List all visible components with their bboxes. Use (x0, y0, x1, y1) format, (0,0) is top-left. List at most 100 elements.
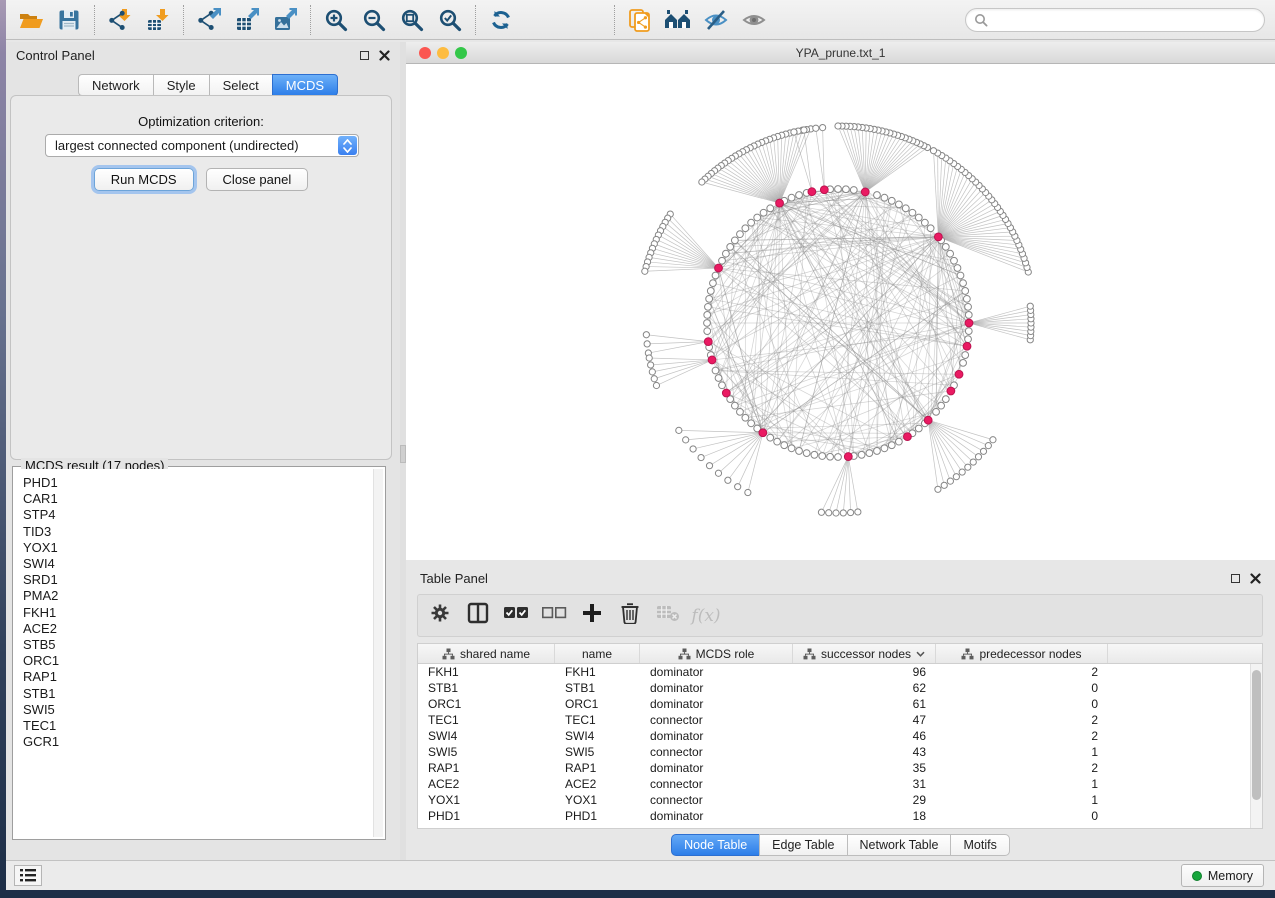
float-panel-icon[interactable] (360, 51, 369, 60)
mcds-result-item[interactable]: STB1 (23, 686, 372, 702)
table-row[interactable]: YOX1YOX1connector291 (418, 792, 1262, 808)
tab-network[interactable]: Network (78, 74, 153, 96)
table-row[interactable]: SWI5SWI5connector431 (418, 744, 1262, 760)
mcds-result-item[interactable]: YOX1 (23, 540, 372, 556)
export-image-button[interactable] (266, 3, 304, 37)
mcds-result-list[interactable]: PHD1CAR1STP4TID3YOX1SWI4SRD1PMA2FKH1ACE2… (15, 469, 372, 837)
cell-successor-nodes[interactable]: 62 (793, 681, 936, 695)
table-row[interactable]: RAP1RAP1dominator352 (418, 760, 1262, 776)
zoom-in-button[interactable] (317, 3, 355, 37)
mcds-result-item[interactable]: ORC1 (23, 653, 372, 669)
cell-MCDS-role[interactable]: dominator (640, 697, 793, 711)
mcds-result-item[interactable]: RAP1 (23, 669, 372, 685)
mcds-result-item[interactable]: FKH1 (23, 605, 372, 621)
cell-predecessor-nodes[interactable]: 1 (936, 793, 1108, 807)
first-neighbors-button[interactable] (659, 3, 697, 37)
close-panel-button[interactable]: Close panel (206, 168, 309, 191)
import-network-button[interactable] (101, 3, 139, 37)
column-header-predecessor-nodes[interactable]: predecessor nodes (936, 644, 1108, 663)
tab-edge-table[interactable]: Edge Table (759, 834, 846, 856)
cell-MCDS-role[interactable]: dominator (640, 761, 793, 775)
mcds-result-item[interactable]: STB5 (23, 637, 372, 653)
tab-node-table[interactable]: Node Table (671, 834, 759, 856)
cell-MCDS-role[interactable]: dominator (640, 681, 793, 695)
cell-name[interactable]: YOX1 (555, 793, 640, 807)
cell-shared-name[interactable]: SWI4 (418, 729, 555, 743)
hide-selected-button[interactable] (697, 3, 735, 37)
cell-MCDS-role[interactable]: connector (640, 777, 793, 791)
cell-successor-nodes[interactable]: 96 (793, 665, 936, 679)
column-header-shared-name[interactable]: shared name (418, 644, 555, 663)
table-row[interactable]: PHD1PHD1dominator180 (418, 808, 1262, 824)
export-network-button[interactable] (190, 3, 228, 37)
close-panel-icon[interactable] (379, 50, 390, 61)
tab-select[interactable]: Select (209, 74, 272, 96)
cell-predecessor-nodes[interactable]: 2 (936, 665, 1108, 679)
add-column-button[interactable] (578, 601, 606, 631)
open-file-button[interactable] (12, 3, 50, 37)
export-table-button[interactable] (228, 3, 266, 37)
cell-successor-nodes[interactable]: 61 (793, 697, 936, 711)
cell-shared-name[interactable]: TEC1 (418, 713, 555, 727)
close-window-traffic-light[interactable] (419, 47, 431, 59)
cell-predecessor-nodes[interactable]: 0 (936, 809, 1108, 823)
cell-name[interactable]: PHD1 (555, 809, 640, 823)
mcds-result-item[interactable]: TEC1 (23, 718, 372, 734)
cell-predecessor-nodes[interactable]: 0 (936, 681, 1108, 695)
cell-shared-name[interactable]: ACE2 (418, 777, 555, 791)
tab-network-table[interactable]: Network Table (847, 834, 951, 856)
cell-shared-name[interactable]: YOX1 (418, 793, 555, 807)
cell-name[interactable]: ORC1 (555, 697, 640, 711)
zoom-selected-button[interactable] (431, 3, 469, 37)
deselect-all-button[interactable] (540, 601, 568, 631)
cell-predecessor-nodes[interactable]: 2 (936, 761, 1108, 775)
float-panel-icon[interactable] (1231, 574, 1240, 583)
search-input[interactable] (988, 10, 1264, 30)
show-columns-button[interactable] (464, 601, 492, 631)
delete-column-button[interactable] (616, 601, 644, 631)
zoom-window-traffic-light[interactable] (455, 47, 467, 59)
mcds-result-item[interactable]: SRD1 (23, 572, 372, 588)
cell-shared-name[interactable]: ORC1 (418, 697, 555, 711)
cell-predecessor-nodes[interactable]: 0 (936, 697, 1108, 711)
column-header-name[interactable]: name (555, 644, 640, 663)
column-header-successor-nodes[interactable]: successor nodes (793, 644, 936, 663)
cell-name[interactable]: ACE2 (555, 777, 640, 791)
mcds-result-item[interactable]: SWI5 (23, 702, 372, 718)
cell-shared-name[interactable]: STB1 (418, 681, 555, 695)
mcds-result-item[interactable]: STP4 (23, 507, 372, 523)
cell-name[interactable]: SWI5 (555, 745, 640, 759)
table-row[interactable]: SWI4SWI4dominator462 (418, 728, 1262, 744)
table-scrollbar-thumb[interactable] (1252, 670, 1261, 800)
cell-successor-nodes[interactable]: 18 (793, 809, 936, 823)
cell-MCDS-role[interactable]: dominator (640, 665, 793, 679)
settings-gear-button[interactable] (426, 601, 454, 631)
cell-predecessor-nodes[interactable]: 2 (936, 713, 1108, 727)
cell-predecessor-nodes[interactable]: 2 (936, 729, 1108, 743)
optimization-criterion-select[interactable]: largest connected component (undirected) (45, 134, 359, 157)
minimize-window-traffic-light[interactable] (437, 47, 449, 59)
cell-name[interactable]: SWI4 (555, 729, 640, 743)
cell-MCDS-role[interactable]: dominator (640, 729, 793, 743)
cell-MCDS-role[interactable]: dominator (640, 809, 793, 823)
mcds-result-scrollbar[interactable] (373, 469, 383, 837)
tab-style[interactable]: Style (153, 74, 209, 96)
tab-mcds[interactable]: MCDS (272, 74, 338, 96)
close-panel-icon[interactable] (1250, 573, 1261, 584)
cell-shared-name[interactable]: FKH1 (418, 665, 555, 679)
table-row[interactable]: STB1STB1dominator620 (418, 680, 1262, 696)
save-session-button[interactable] (50, 3, 88, 37)
cell-name[interactable]: STB1 (555, 681, 640, 695)
cell-name[interactable]: RAP1 (555, 761, 640, 775)
cell-MCDS-role[interactable]: connector (640, 793, 793, 807)
tab-motifs[interactable]: Motifs (950, 834, 1009, 856)
cell-predecessor-nodes[interactable]: 1 (936, 777, 1108, 791)
mcds-result-item[interactable]: SWI4 (23, 556, 372, 572)
mcds-result-item[interactable]: TID3 (23, 524, 372, 540)
cell-shared-name[interactable]: RAP1 (418, 761, 555, 775)
cell-successor-nodes[interactable]: 31 (793, 777, 936, 791)
cell-MCDS-role[interactable]: connector (640, 713, 793, 727)
network-window-titlebar[interactable]: YPA_prune.txt_1 (406, 42, 1275, 64)
cell-successor-nodes[interactable]: 47 (793, 713, 936, 727)
zoom-out-button[interactable] (355, 3, 393, 37)
